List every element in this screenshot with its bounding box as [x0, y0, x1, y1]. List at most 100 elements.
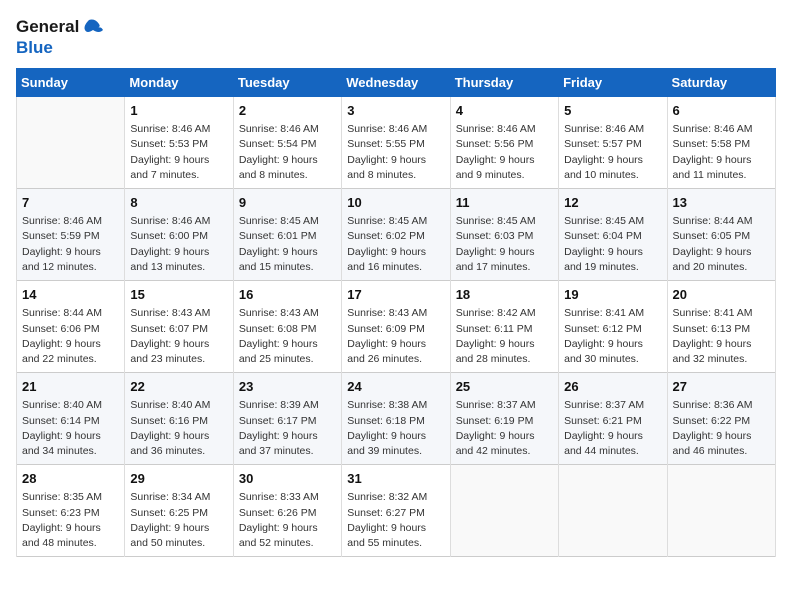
calendar-cell: 12Sunrise: 8:45 AM Sunset: 6:04 PM Dayli…	[559, 189, 667, 281]
calendar-cell: 3 Sunrise: 8:46 AM Sunset: 5:55 PM Daylig…	[342, 97, 450, 189]
day-number: 7	[22, 194, 119, 212]
calendar-cell: 18Sunrise: 8:42 AM Sunset: 6:11 PM Dayli…	[450, 281, 558, 373]
header-friday: Friday	[559, 69, 667, 97]
header-monday: Monday	[125, 69, 233, 97]
day-number: 21	[22, 378, 119, 396]
day-number: 25	[456, 378, 553, 396]
day-number: 28	[22, 470, 119, 488]
calendar-week-4: 21 Sunrise: 8:40 AM Sunset: 6:14 PM Dayli…	[17, 373, 776, 465]
day-info: Sunrise: 8:46 AM Sunset: 6:00 PM Dayligh…	[130, 214, 227, 275]
day-number: 8	[130, 194, 227, 212]
day-number: 15	[130, 286, 227, 304]
page-header: General Blue	[16, 16, 776, 58]
day-info: Sunrise: 8:43 AM Sunset: 6:08 PM Dayligh…	[239, 306, 336, 367]
day-info: Sunrise: 8:44 AM Sunset: 6:05 PM Dayligh…	[673, 214, 770, 275]
day-info: Sunrise: 8:46 AM Sunset: 5:55 PM Dayligh…	[347, 122, 444, 183]
logo-bird-icon	[81, 16, 103, 38]
calendar-cell: 16Sunrise: 8:43 AM Sunset: 6:08 PM Dayli…	[233, 281, 341, 373]
calendar-cell: 29Sunrise: 8:34 AM Sunset: 6:25 PM Dayli…	[125, 465, 233, 557]
day-info: Sunrise: 8:45 AM Sunset: 6:01 PM Dayligh…	[239, 214, 336, 275]
calendar-cell: 24 Sunrise: 8:38 AM Sunset: 6:18 PM Dayli…	[342, 373, 450, 465]
calendar-cell: 13 Sunrise: 8:44 AM Sunset: 6:05 PM Dayli…	[667, 189, 775, 281]
day-info: Sunrise: 8:45 AM Sunset: 6:02 PM Dayligh…	[347, 214, 444, 275]
day-info: Sunrise: 8:41 AM Sunset: 6:13 PM Dayligh…	[673, 306, 770, 367]
calendar-cell: 25Sunrise: 8:37 AM Sunset: 6:19 PM Dayli…	[450, 373, 558, 465]
calendar-cell: 6Sunrise: 8:46 AM Sunset: 5:58 PM Daylig…	[667, 97, 775, 189]
day-number: 22	[130, 378, 227, 396]
calendar-cell: 10 Sunrise: 8:45 AM Sunset: 6:02 PM Dayli…	[342, 189, 450, 281]
day-number: 18	[456, 286, 553, 304]
calendar-header-row: SundayMondayTuesdayWednesdayThursdayFrid…	[17, 69, 776, 97]
calendar-cell: 27 Sunrise: 8:36 AM Sunset: 6:22 PM Dayli…	[667, 373, 775, 465]
calendar-cell: 23 Sunrise: 8:39 AM Sunset: 6:17 PM Dayli…	[233, 373, 341, 465]
header-saturday: Saturday	[667, 69, 775, 97]
day-number: 27	[673, 378, 770, 396]
day-info: Sunrise: 8:46 AM Sunset: 5:54 PM Dayligh…	[239, 122, 336, 183]
calendar-cell: 14 Sunrise: 8:44 AM Sunset: 6:06 PM Dayli…	[17, 281, 125, 373]
calendar-cell	[667, 465, 775, 557]
calendar-cell: 22Sunrise: 8:40 AM Sunset: 6:16 PM Dayli…	[125, 373, 233, 465]
day-info: Sunrise: 8:44 AM Sunset: 6:06 PM Dayligh…	[22, 306, 119, 367]
day-number: 29	[130, 470, 227, 488]
day-number: 10	[347, 194, 444, 212]
calendar-cell: 15 Sunrise: 8:43 AM Sunset: 6:07 PM Dayli…	[125, 281, 233, 373]
calendar-cell: 21 Sunrise: 8:40 AM Sunset: 6:14 PM Dayli…	[17, 373, 125, 465]
day-number: 19	[564, 286, 661, 304]
day-info: Sunrise: 8:38 AM Sunset: 6:18 PM Dayligh…	[347, 398, 444, 459]
day-info: Sunrise: 8:46 AM Sunset: 5:53 PM Dayligh…	[130, 122, 227, 183]
calendar-cell: 2Sunrise: 8:46 AM Sunset: 5:54 PM Daylig…	[233, 97, 341, 189]
header-tuesday: Tuesday	[233, 69, 341, 97]
calendar-cell: 17Sunrise: 8:43 AM Sunset: 6:09 PM Dayli…	[342, 281, 450, 373]
calendar-cell: 1 Sunrise: 8:46 AM Sunset: 5:53 PM Daylig…	[125, 97, 233, 189]
day-info: Sunrise: 8:37 AM Sunset: 6:21 PM Dayligh…	[564, 398, 661, 459]
calendar-cell: 31Sunrise: 8:32 AM Sunset: 6:27 PM Dayli…	[342, 465, 450, 557]
header-thursday: Thursday	[450, 69, 558, 97]
day-info: Sunrise: 8:45 AM Sunset: 6:03 PM Dayligh…	[456, 214, 553, 275]
day-info: Sunrise: 8:39 AM Sunset: 6:17 PM Dayligh…	[239, 398, 336, 459]
day-number: 20	[673, 286, 770, 304]
day-number: 3	[347, 102, 444, 120]
day-info: Sunrise: 8:46 AM Sunset: 5:57 PM Dayligh…	[564, 122, 661, 183]
calendar-week-1: 1 Sunrise: 8:46 AM Sunset: 5:53 PM Daylig…	[17, 97, 776, 189]
day-number: 14	[22, 286, 119, 304]
calendar-cell	[559, 465, 667, 557]
day-number: 13	[673, 194, 770, 212]
calendar-cell: 9 Sunrise: 8:45 AM Sunset: 6:01 PM Daylig…	[233, 189, 341, 281]
day-number: 26	[564, 378, 661, 396]
day-info: Sunrise: 8:46 AM Sunset: 5:59 PM Dayligh…	[22, 214, 119, 275]
calendar-cell: 28 Sunrise: 8:35 AM Sunset: 6:23 PM Dayli…	[17, 465, 125, 557]
day-number: 30	[239, 470, 336, 488]
logo-graphic: General Blue	[16, 16, 103, 58]
logo-text-general: General	[16, 17, 79, 37]
calendar-cell: 19Sunrise: 8:41 AM Sunset: 6:12 PM Dayli…	[559, 281, 667, 373]
day-info: Sunrise: 8:36 AM Sunset: 6:22 PM Dayligh…	[673, 398, 770, 459]
calendar-week-5: 28 Sunrise: 8:35 AM Sunset: 6:23 PM Dayli…	[17, 465, 776, 557]
day-number: 9	[239, 194, 336, 212]
calendar-week-3: 14 Sunrise: 8:44 AM Sunset: 6:06 PM Dayli…	[17, 281, 776, 373]
day-info: Sunrise: 8:43 AM Sunset: 6:09 PM Dayligh…	[347, 306, 444, 367]
calendar-cell	[450, 465, 558, 557]
day-info: Sunrise: 8:43 AM Sunset: 6:07 PM Dayligh…	[130, 306, 227, 367]
calendar-table: SundayMondayTuesdayWednesdayThursdayFrid…	[16, 68, 776, 557]
day-number: 1	[130, 102, 227, 120]
day-number: 23	[239, 378, 336, 396]
day-info: Sunrise: 8:33 AM Sunset: 6:26 PM Dayligh…	[239, 490, 336, 551]
day-info: Sunrise: 8:35 AM Sunset: 6:23 PM Dayligh…	[22, 490, 119, 551]
day-number: 4	[456, 102, 553, 120]
calendar-cell: 4 Sunrise: 8:46 AM Sunset: 5:56 PM Daylig…	[450, 97, 558, 189]
calendar-cell: 30 Sunrise: 8:33 AM Sunset: 6:26 PM Dayli…	[233, 465, 341, 557]
calendar-cell: 7 Sunrise: 8:46 AM Sunset: 5:59 PM Daylig…	[17, 189, 125, 281]
day-number: 31	[347, 470, 444, 488]
calendar-cell: 11 Sunrise: 8:45 AM Sunset: 6:03 PM Dayli…	[450, 189, 558, 281]
calendar-week-2: 7 Sunrise: 8:46 AM Sunset: 5:59 PM Daylig…	[17, 189, 776, 281]
calendar-cell	[17, 97, 125, 189]
day-number: 6	[673, 102, 770, 120]
day-info: Sunrise: 8:46 AM Sunset: 5:56 PM Dayligh…	[456, 122, 553, 183]
day-info: Sunrise: 8:40 AM Sunset: 6:14 PM Dayligh…	[22, 398, 119, 459]
day-number: 11	[456, 194, 553, 212]
header-sunday: Sunday	[17, 69, 125, 97]
day-number: 24	[347, 378, 444, 396]
calendar-cell: 20 Sunrise: 8:41 AM Sunset: 6:13 PM Dayli…	[667, 281, 775, 373]
logo: General Blue	[16, 16, 103, 58]
calendar-cell: 26 Sunrise: 8:37 AM Sunset: 6:21 PM Dayli…	[559, 373, 667, 465]
